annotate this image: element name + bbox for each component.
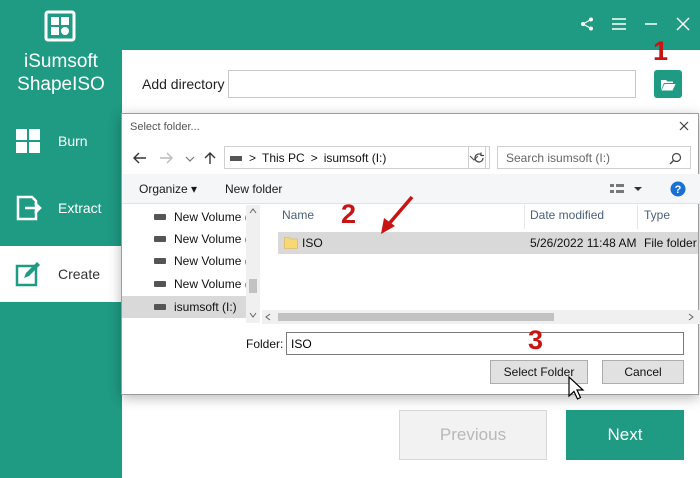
extract-icon [16, 195, 42, 221]
column-header-date[interactable]: Date modified [530, 208, 604, 222]
search-input[interactable]: Search isumsoft (I:) [497, 146, 691, 169]
share-icon [581, 17, 593, 31]
sidebar-item-create[interactable]: Create [0, 246, 122, 302]
up-arrow-icon[interactable] [202, 150, 218, 166]
next-button[interactable]: Next [566, 410, 684, 460]
breadcrumb-this-pc[interactable]: This PC [262, 151, 305, 165]
tree-item-isumsoft[interactable]: isumsoft (I:) [122, 296, 246, 318]
drive-icon [154, 281, 166, 287]
tree-item-drive[interactable]: New Volume (F [122, 250, 246, 272]
drive-icon [154, 304, 166, 310]
forward-arrow-icon[interactable] [158, 150, 174, 166]
column-header-name[interactable]: Name [282, 208, 314, 222]
tree-item-drive[interactable]: New Volume (E [122, 228, 246, 250]
refresh-icon [474, 152, 484, 163]
menu-icon [612, 18, 626, 30]
tree-item-label: New Volume (E [174, 210, 246, 224]
tree-item-label: isumsoft (I:) [174, 300, 237, 314]
tree-item-drive[interactable]: New Volume (C [122, 273, 246, 295]
annotation-step-2: 2 [341, 199, 357, 229]
app-title: iSumsoft ShapeISO [0, 50, 122, 96]
horizontal-scroll-thumb[interactable] [278, 313, 554, 321]
file-name: ISO [302, 236, 323, 250]
sidebar-item-burn[interactable]: Burn [0, 113, 122, 169]
menu-button[interactable] [608, 13, 630, 35]
search-placeholder: Search isumsoft (I:) [506, 150, 611, 165]
scroll-left-icon[interactable] [265, 313, 271, 321]
sidebar-item-label: Burn [58, 133, 88, 149]
add-directory-label: Add directory [142, 76, 225, 92]
drive-icon [230, 155, 242, 161]
address-bar[interactable]: > This PC > isumsoft (I:) [224, 146, 486, 169]
column-header-type[interactable]: Type [644, 208, 670, 222]
file-list: Name Date modified Type ISO 5/26/2022 11… [262, 205, 698, 323]
annotation-step-1: 1 [653, 36, 669, 66]
sidebar-item-label: Create [58, 266, 101, 282]
drive-icon [154, 236, 166, 242]
column-separator [637, 205, 638, 229]
close-button[interactable] [672, 13, 694, 35]
breadcrumb-separator: > [310, 150, 318, 165]
browse-folder-button[interactable] [654, 70, 682, 98]
svg-text:?: ? [675, 184, 682, 196]
organize-menu[interactable]: Organize ▾ [139, 182, 197, 196]
cancel-button[interactable]: Cancel [602, 360, 684, 384]
mouse-cursor-icon [568, 376, 585, 400]
annotation-step-3: 3 [528, 325, 544, 355]
tree-item-label: New Volume (E [174, 232, 246, 246]
annotation-arrow-icon [381, 195, 414, 234]
tree-item-label: New Volume (C [174, 277, 246, 291]
breadcrumb-separator: > [249, 150, 257, 165]
app-title-line1: iSumsoft [24, 51, 98, 72]
new-folder-button[interactable]: New folder [225, 182, 282, 196]
back-arrow-icon[interactable] [132, 150, 148, 166]
grid-icon [16, 129, 40, 153]
directory-input[interactable] [228, 70, 636, 98]
view-options-icon[interactable] [610, 183, 644, 195]
close-icon [676, 17, 690, 31]
app-title-line2: ShapeISO [17, 74, 105, 95]
search-icon [669, 152, 682, 165]
previous-button[interactable]: Previous [399, 410, 547, 460]
edit-icon [15, 262, 40, 287]
file-list-scrollbar[interactable] [262, 310, 700, 324]
folder-name-input[interactable]: ISO [286, 332, 684, 355]
tree-scroll-thumb[interactable] [249, 279, 257, 293]
navigation-tree: New Volume (E New Volume (E New Volume (… [122, 205, 260, 323]
tree-item-label: New Volume (F [174, 254, 246, 268]
recent-dropdown-icon[interactable] [182, 150, 198, 166]
scroll-right-icon[interactable] [688, 313, 694, 321]
minimize-button[interactable] [640, 13, 662, 35]
sidebar: iSumsoft ShapeISO Burn Extract Create [0, 0, 122, 478]
tree-item-drive[interactable]: New Volume (E [122, 206, 246, 228]
folder-icon [284, 237, 298, 249]
sidebar-item-label: Extract [58, 200, 102, 216]
scroll-up-icon[interactable] [249, 208, 257, 214]
drive-icon [154, 258, 166, 264]
breadcrumb-drive[interactable]: isumsoft (I:) [324, 151, 387, 165]
minimize-icon [645, 23, 657, 25]
title-bar [122, 0, 700, 50]
select-folder-dialog: Select folder... > This PC > isumsoft (I… [121, 113, 700, 395]
dialog-title: Select folder... [130, 121, 200, 133]
dialog-close-icon[interactable] [676, 118, 692, 134]
app-logo-icon [44, 10, 76, 42]
refresh-button[interactable] [468, 146, 490, 169]
file-row[interactable]: ISO 5/26/2022 11:48 AM File folder [278, 232, 698, 254]
help-icon[interactable]: ? [670, 181, 686, 197]
navigation-bar: > This PC > isumsoft (I:) Search isumsof… [122, 144, 700, 172]
tree-scrollbar[interactable] [246, 205, 260, 323]
column-separator [524, 205, 525, 229]
share-button[interactable] [576, 13, 598, 35]
scroll-down-icon[interactable] [249, 312, 257, 318]
file-type: File folder [644, 236, 697, 250]
file-date: 5/26/2022 11:48 AM [530, 236, 637, 250]
folder-open-icon [661, 79, 676, 90]
drive-icon [154, 214, 166, 220]
sidebar-item-extract[interactable]: Extract [0, 180, 122, 236]
folder-label: Folder: [246, 337, 284, 351]
